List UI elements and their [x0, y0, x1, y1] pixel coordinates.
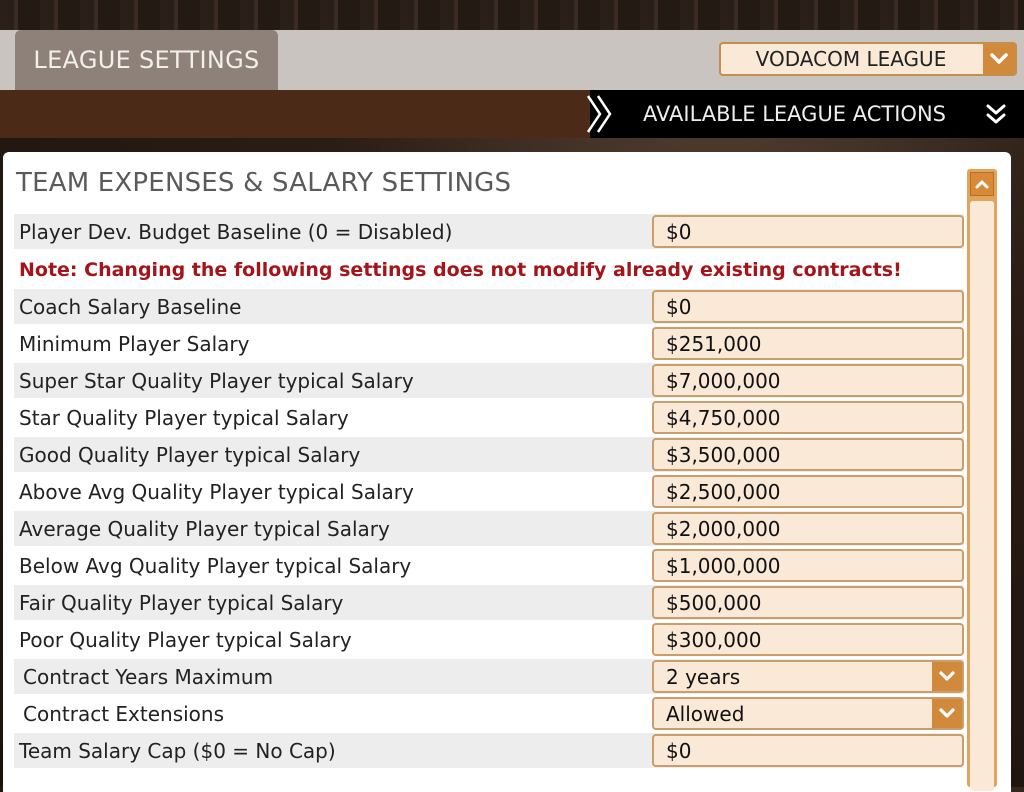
- setting-row: Coach Salary Baseline $0: [14, 289, 964, 324]
- setting-input[interactable]: $3,500,000: [652, 438, 964, 471]
- setting-input[interactable]: $300,000: [652, 623, 964, 656]
- setting-row: Above Avg Quality Player typical Salary …: [14, 474, 964, 509]
- setting-label: Coach Salary Baseline: [19, 294, 242, 319]
- setting-label: Poor Quality Player typical Salary: [19, 627, 352, 652]
- tab-league-settings[interactable]: LEAGUE SETTINGS: [15, 30, 278, 90]
- setting-row: Poor Quality Player typical Salary $300,…: [14, 622, 964, 657]
- background-stadium: [0, 0, 1024, 30]
- setting-row: Below Avg Quality Player typical Salary …: [14, 548, 964, 583]
- setting-row: Contract Extensions Allowed: [14, 696, 964, 731]
- setting-label: Super Star Quality Player typical Salary: [19, 368, 414, 393]
- setting-input[interactable]: $7,000,000: [652, 364, 964, 397]
- setting-label: Average Quality Player typical Salary: [19, 516, 390, 541]
- setting-label: Player Dev. Budget Baseline (0 = Disable…: [19, 219, 453, 244]
- setting-input[interactable]: $4,750,000: [652, 401, 964, 434]
- setting-input[interactable]: $2,500,000: [652, 475, 964, 508]
- setting-row: Fair Quality Player typical Salary $500,…: [14, 585, 964, 620]
- contract-extensions-select[interactable]: Allowed: [652, 697, 964, 730]
- setting-label: Star Quality Player typical Salary: [19, 405, 349, 430]
- league-select-value: VODACOM LEAGUE: [755, 47, 947, 71]
- actions-bar-left: [0, 90, 590, 138]
- league-select[interactable]: VODACOM LEAGUE: [719, 42, 1017, 76]
- setting-row: Good Quality Player typical Salary $3,50…: [14, 437, 964, 472]
- setting-input[interactable]: $0: [652, 215, 964, 248]
- setting-input[interactable]: $500,000: [652, 586, 964, 619]
- setting-label: Below Avg Quality Player typical Salary: [19, 553, 412, 578]
- setting-label: Above Avg Quality Player typical Salary: [19, 479, 414, 504]
- setting-label: Good Quality Player typical Salary: [19, 442, 361, 467]
- chevron-down-icon[interactable]: [932, 699, 962, 728]
- double-chevron-down-icon[interactable]: [984, 102, 1008, 126]
- setting-row: Average Quality Player typical Salary $2…: [14, 511, 964, 546]
- scroll-up-button[interactable]: [970, 172, 994, 196]
- scrollbar-thumb[interactable]: [970, 201, 994, 791]
- chevron-right-icon: [586, 95, 612, 133]
- section-title: TEAM EXPENSES & SALARY SETTINGS: [16, 168, 512, 198]
- setting-label: Minimum Player Salary: [19, 331, 250, 356]
- setting-input[interactable]: $1,000,000: [652, 549, 964, 582]
- contract-years-select[interactable]: 2 years: [652, 660, 964, 693]
- contracts-note: Note: Changing the following settings do…: [19, 258, 902, 281]
- setting-row: Player Dev. Budget Baseline (0 = Disable…: [14, 214, 964, 249]
- chevron-up-icon: [975, 180, 989, 189]
- setting-label: Fair Quality Player typical Salary: [19, 590, 344, 615]
- setting-row: Minimum Player Salary $251,000: [14, 326, 964, 361]
- chevron-down-icon[interactable]: [983, 44, 1015, 74]
- chevron-down-icon[interactable]: [932, 662, 962, 691]
- setting-input[interactable]: $0: [652, 734, 964, 767]
- setting-row: Super Star Quality Player typical Salary…: [14, 363, 964, 398]
- actions-label[interactable]: AVAILABLE LEAGUE ACTIONS: [643, 90, 946, 138]
- setting-label: Contract Years Maximum: [23, 664, 274, 689]
- league-actions-bar[interactable]: AVAILABLE LEAGUE ACTIONS: [0, 90, 1024, 138]
- setting-input[interactable]: $0: [652, 290, 964, 323]
- setting-row: Star Quality Player typical Salary $4,75…: [14, 400, 964, 435]
- setting-row: Contract Years Maximum 2 years: [14, 659, 964, 694]
- setting-row: Team Salary Cap ($0 = No Cap) $0: [14, 733, 964, 768]
- setting-label: Contract Extensions: [23, 701, 224, 726]
- setting-label: Team Salary Cap ($0 = No Cap): [19, 738, 336, 763]
- setting-input[interactable]: $251,000: [652, 327, 964, 360]
- setting-input[interactable]: $2,000,000: [652, 512, 964, 545]
